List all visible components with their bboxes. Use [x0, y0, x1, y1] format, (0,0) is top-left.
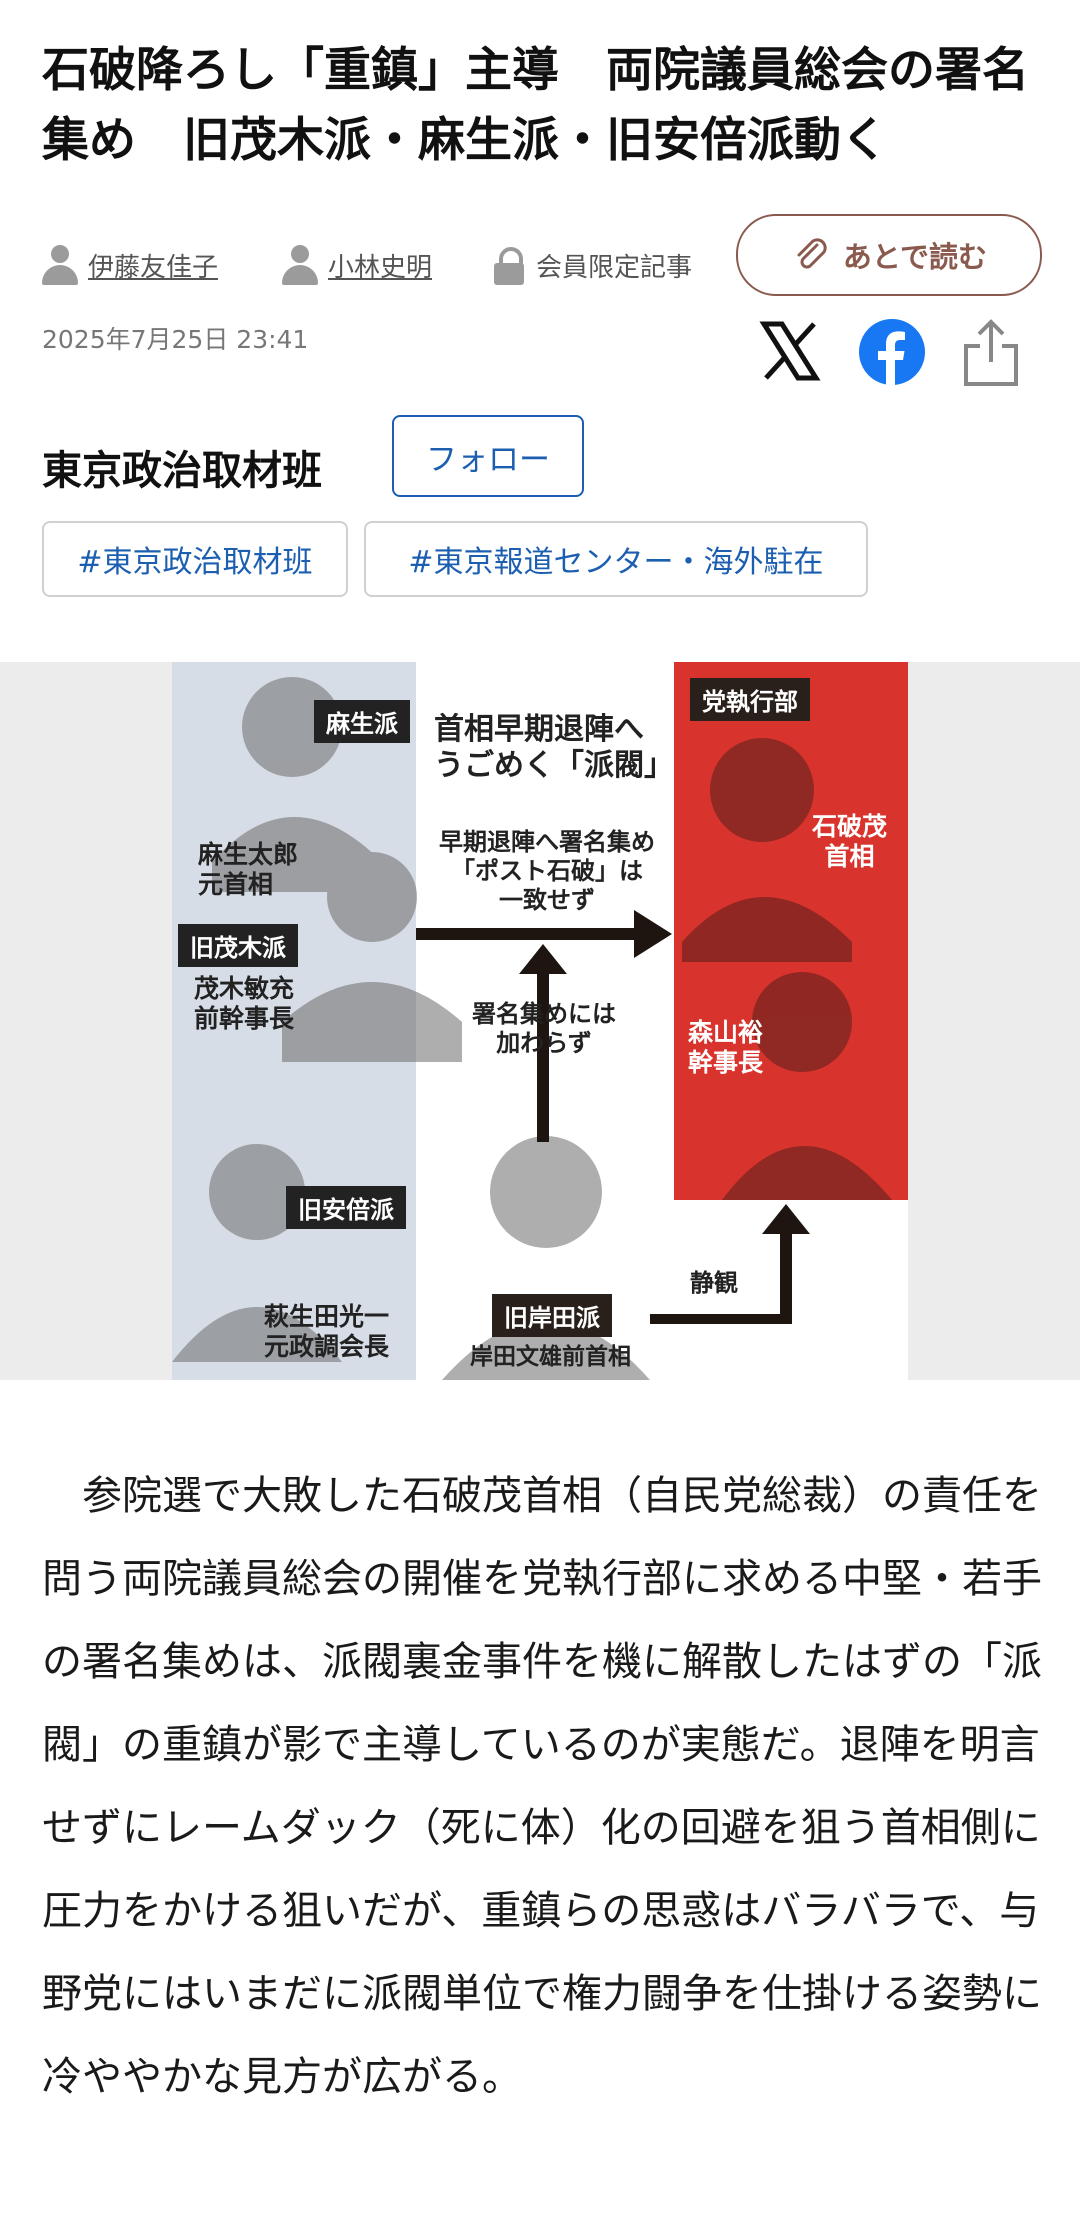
faction-tag: 旧安倍派	[286, 1186, 406, 1229]
person-icon	[42, 245, 78, 285]
author-name[interactable]: 伊藤友佳子	[88, 247, 218, 284]
arrow-label-bottom: 静観	[690, 1269, 738, 1297]
member-only-badge: 会員限定記事	[492, 245, 692, 285]
desk-name: 東京政治取材班	[42, 448, 322, 494]
paperclip-icon	[797, 238, 827, 269]
person-label: 岸田文雄前首相	[470, 1344, 631, 1370]
article-title: 石破降ろし「重鎮」主導 両院議員総会の署名集め 旧茂木派・麻生派・旧安倍派動く	[42, 43, 1029, 168]
x-icon[interactable]	[758, 320, 822, 382]
read-later-button[interactable]: あとで読む	[736, 214, 1042, 296]
publish-date: 2025年7月25日 23:41	[42, 325, 309, 354]
facebook-icon[interactable]	[858, 318, 926, 386]
author-name[interactable]: 小林史明	[328, 247, 432, 284]
follow-button[interactable]: フォロー	[392, 415, 584, 497]
person-icon	[282, 245, 318, 285]
article-body: 参院選で大敗した石破茂首相（自民党総裁）の責任を問う両院議員総会の開催を党執行部…	[42, 1473, 1042, 2100]
person-label: 萩生田光一 元政調会長	[264, 1302, 390, 1361]
lock-icon	[492, 245, 526, 285]
faction-tag: 旧岸田派	[492, 1294, 612, 1337]
tag-button[interactable]: #東京報道センター・海外駐在	[364, 521, 868, 597]
read-later-label: あとで読む	[842, 240, 988, 274]
faction-tag: 旧茂木派	[178, 924, 298, 967]
share-icon[interactable]	[962, 318, 1020, 388]
author-1[interactable]: 伊藤友佳子	[42, 245, 218, 285]
person-label: 石破茂 首相	[812, 812, 888, 871]
arrow-label-middle: 署名集めには 加わらず	[472, 1000, 616, 1057]
person-label: 茂木敏充 前幹事長	[194, 974, 295, 1033]
person-label: 麻生太郎 元首相	[198, 840, 299, 899]
tag-button[interactable]: #東京政治取材班	[42, 521, 348, 597]
faction-diagram: 首相早期退陣へ うごめく「派閥」 早期退陣へ署名集め 「ポスト石破」は 一致せず…	[172, 662, 908, 1380]
author-2[interactable]: 小林史明	[282, 245, 432, 285]
figure-heading: 首相早期退陣へ うごめく「派閥」	[434, 712, 674, 783]
faction-tag: 党執行部	[690, 678, 810, 721]
arrow-label-top: 早期退陣へ署名集め 「ポスト石破」は 一致せず	[439, 828, 655, 914]
person-label: 森山裕 幹事長	[688, 1018, 764, 1077]
faction-tag: 麻生派	[314, 700, 410, 743]
member-only-label: 会員限定記事	[536, 252, 693, 283]
